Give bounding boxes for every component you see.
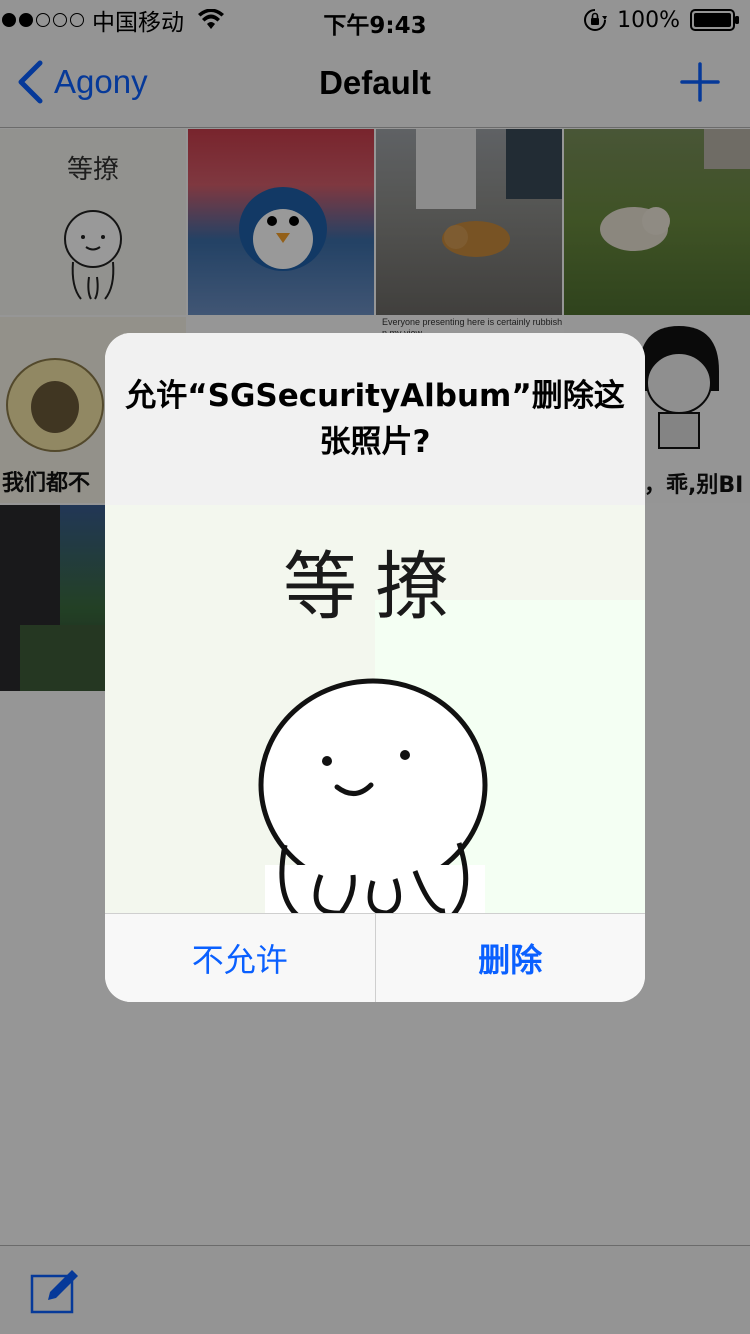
- delete-button[interactable]: 删除: [376, 914, 646, 1002]
- sticker-figure-image: [258, 678, 488, 913]
- preview-caption: 等撩: [283, 544, 467, 630]
- alert-header: 允许“SGSecurityAlbum”删除这张照片?: [105, 333, 645, 505]
- permission-alert: 允许“SGSecurityAlbum”删除这张照片? 等撩 不允许 删除: [105, 333, 645, 1002]
- alert-title: 允许“SGSecurityAlbum”删除这张照片?: [125, 378, 625, 460]
- photo-preview: 等撩: [105, 505, 645, 913]
- alert-button-row: 不允许 删除: [105, 913, 645, 1002]
- deny-button[interactable]: 不允许: [105, 914, 375, 1002]
